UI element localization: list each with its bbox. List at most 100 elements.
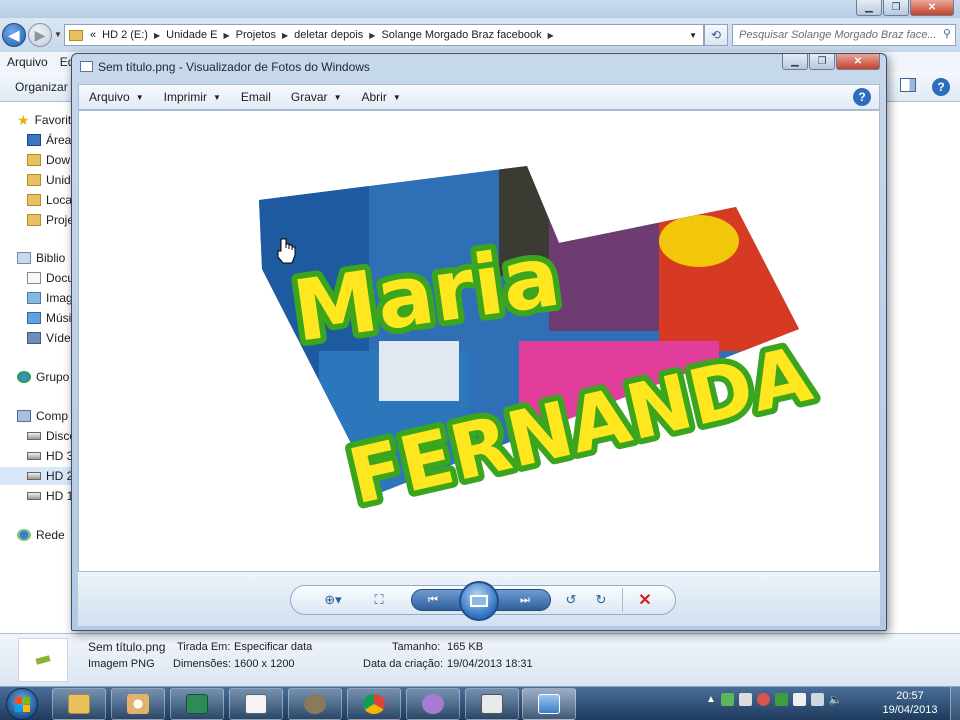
homegroup-icon — [17, 371, 31, 383]
action-center-icon[interactable] — [792, 693, 806, 706]
search-input[interactable]: Pesquisar Solange Morgado Braz face... ⚲ — [732, 24, 956, 46]
tray-app-icon[interactable] — [738, 693, 752, 706]
tray-expand-icon[interactable]: ▲ — [706, 694, 716, 705]
minimize-button[interactable]: ▁ — [856, 0, 882, 16]
breadcrumb-hd2[interactable]: HD 2 (E:) — [102, 29, 148, 41]
search-icon[interactable]: ⚲ — [943, 27, 951, 40]
nav-favoritos[interactable]: ★ Favorit — [17, 111, 71, 129]
nav-hd3[interactable]: HD 3 — [27, 447, 73, 465]
breadcrumb-separator-icon[interactable]: ▶ — [224, 31, 230, 40]
network-tray-icon[interactable] — [810, 693, 824, 706]
breadcrumb-separator-icon[interactable]: ▶ — [369, 31, 375, 40]
viewer-maximize-button[interactable]: ❐ — [809, 54, 835, 70]
next-button[interactable]: ⏭ — [510, 589, 540, 611]
slideshow-button[interactable] — [459, 581, 499, 621]
nav-imagens[interactable]: Imag — [27, 289, 73, 307]
nav-musicas[interactable]: Músi — [27, 309, 71, 327]
volume-icon[interactable]: 🔈 — [829, 693, 843, 706]
taskbar-explorer[interactable] — [52, 688, 106, 720]
nav-label: Músi — [46, 311, 72, 325]
nav-videos[interactable]: Víde — [27, 329, 71, 347]
breadcrumb-separator-icon[interactable]: ▶ — [548, 31, 554, 40]
zoom-button[interactable]: ⊕▾ — [316, 590, 350, 610]
menu-email[interactable]: Email — [241, 90, 271, 104]
nav-locais[interactable]: Loca — [27, 191, 72, 209]
forward-button[interactable]: ▶ — [28, 23, 52, 47]
breadcrumb-projetos[interactable]: Projetos — [236, 29, 276, 41]
back-button[interactable]: ◀ — [2, 23, 26, 47]
clock-time: 20:57 — [896, 690, 924, 702]
recent-pages-dropdown[interactable]: ▼ — [54, 30, 62, 39]
organizar-button[interactable]: Organizar — [15, 80, 68, 94]
address-bar[interactable]: « HD 2 (E:) ▶ Unidade E ▶ Projetos ▶ del… — [64, 24, 704, 46]
breadcrumb-deletar-depois[interactable]: deletar depois — [294, 29, 363, 41]
detail-dims-label: Dimensões: — [173, 658, 232, 670]
nav-hd2[interactable]: HD 2 — [0, 467, 76, 485]
maximize-button[interactable]: ❐ — [883, 0, 909, 16]
rotate-left-icon: ↺ — [565, 592, 577, 607]
nav-label: Grupo — [36, 370, 70, 384]
drive-icon — [27, 492, 41, 500]
tray-app-icon[interactable] — [774, 693, 788, 706]
breadcrumb-separator-icon[interactable]: ▶ — [282, 31, 288, 40]
nav-hd1[interactable]: HD 1 — [27, 487, 73, 505]
breadcrumb-separator-icon[interactable]: ▶ — [154, 31, 160, 40]
chrome-icon — [363, 694, 385, 714]
details-pane: Sem título.png Imagem PNG Tirada Em: Esp… — [0, 633, 960, 686]
taskbar-chrome[interactable] — [347, 688, 401, 720]
pidgin-icon — [422, 694, 444, 714]
menu-arquivo[interactable]: Arquivo — [7, 55, 48, 69]
nav-computador[interactable]: Comp — [17, 407, 68, 425]
breadcrumb-solange[interactable]: Solange Morgado Braz facebook — [381, 29, 541, 41]
help-icon[interactable]: ? — [932, 78, 950, 96]
detail-taken-label: Tirada Em: — [177, 641, 231, 653]
viewer-toolbar: ⊕▾ ⛶ ⏮ ⏭ ↺ ↻ ✕ — [78, 572, 880, 626]
nav-rede[interactable]: Rede — [17, 526, 65, 544]
nav-disco-local[interactable]: Disco — [27, 427, 76, 445]
menu-label: Arquivo — [89, 90, 130, 104]
taskbar-photo-viewer[interactable] — [522, 688, 576, 720]
breadcrumb-overflow[interactable]: « — [90, 29, 96, 41]
explorer-titlebar: ▁ ❐ ✕ — [0, 0, 960, 18]
nav-label: Biblio — [36, 251, 66, 265]
taskbar-pidgin[interactable] — [406, 688, 460, 720]
nav-projetos[interactable]: Proje — [27, 211, 74, 229]
nav-documentos[interactable]: Docu — [27, 269, 74, 287]
menu-arquivo[interactable]: Arquivo ▼ — [89, 90, 144, 104]
rotate-left-button[interactable]: ↺ — [560, 590, 582, 610]
photo-canvas[interactable]: Maria FERNANDA — [78, 110, 880, 572]
windows-logo-part — [22, 704, 30, 712]
nav-area-de-trabalho[interactable]: Área — [27, 131, 71, 149]
tray-app-icon[interactable] — [720, 693, 734, 706]
taskbar-clock[interactable]: 20:57 19/04/2013 — [872, 689, 948, 717]
address-dropdown-icon[interactable]: ▼ — [689, 31, 697, 40]
preview-pane-icon[interactable] — [900, 78, 916, 92]
menu-abrir[interactable]: Abrir ▼ — [361, 90, 400, 104]
viewer-minimize-button[interactable]: ▁ — [782, 54, 808, 70]
nav-grupo-domestico[interactable]: Grupo — [17, 368, 69, 386]
nav-bibliotecas[interactable]: Biblio — [17, 249, 65, 267]
close-button[interactable]: ✕ — [910, 0, 954, 16]
menu-imprimir[interactable]: Imprimir ▼ — [164, 90, 221, 104]
refresh-button[interactable]: ⟲ — [704, 24, 728, 46]
breadcrumb-unidade-e[interactable]: Unidade E — [166, 29, 217, 41]
nav-downloads[interactable]: Dow — [27, 151, 70, 169]
taskbar-monitor-app[interactable] — [170, 688, 224, 720]
taskbar-video-app[interactable] — [465, 688, 519, 720]
viewer-help-icon[interactable]: ? — [853, 88, 871, 106]
viewer-close-button[interactable]: ✕ — [836, 54, 880, 70]
nav-unidade[interactable]: Unid — [27, 171, 71, 189]
start-button[interactable] — [6, 688, 38, 720]
previous-button[interactable]: ⏮ — [418, 589, 448, 611]
delete-button[interactable]: ✕ — [634, 590, 656, 610]
detail-taken-value[interactable]: Especificar data — [234, 641, 312, 653]
taskbar-paint[interactable] — [111, 688, 165, 720]
taskbar-document-app[interactable] — [229, 688, 283, 720]
menu-gravar[interactable]: Gravar ▼ — [291, 90, 342, 104]
tray-app-icon[interactable] — [756, 693, 770, 706]
show-desktop-button[interactable] — [950, 687, 960, 720]
taskbar-gimp[interactable] — [288, 688, 342, 720]
actual-size-button[interactable]: ⛶ — [368, 590, 390, 610]
rotate-right-button[interactable]: ↻ — [590, 590, 612, 610]
star-icon: ★ — [17, 112, 30, 128]
